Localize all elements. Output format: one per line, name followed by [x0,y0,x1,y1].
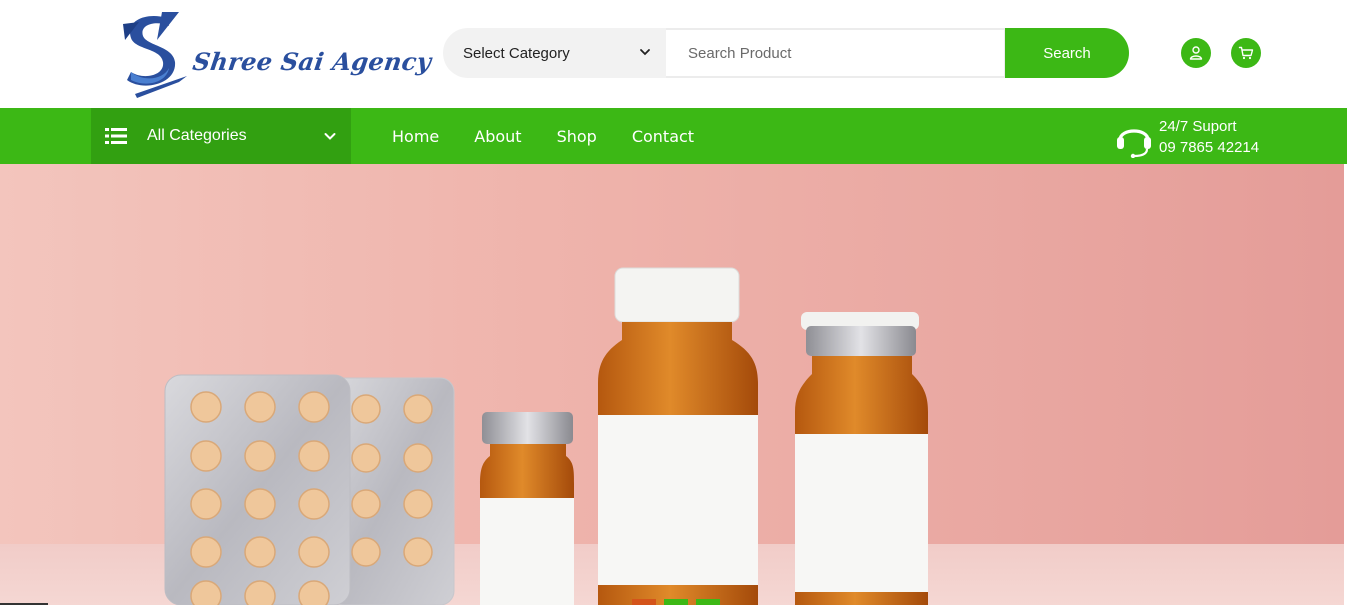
nav-link-shop[interactable]: Shop [557,127,597,146]
nav-link-contact[interactable]: Contact [632,127,694,146]
category-select[interactable]: Select Category [443,28,666,78]
hero-banner [0,164,1347,605]
nav-link-about[interactable]: About [474,127,521,146]
account-button[interactable] [1181,38,1211,68]
all-categories-label: All Categories [147,127,247,144]
support-phone[interactable]: 09 7865 42214 [1159,139,1259,156]
main-nav: All Categories Home About Shop Contact 2… [0,108,1347,164]
support-title: 24/7 Suport [1159,118,1237,135]
site-header: Shree Sai Agency Select Category Search [0,0,1347,108]
chevron-down-icon [324,133,336,140]
list-icon [105,128,127,144]
search-input[interactable] [666,28,1006,78]
search-bar: Select Category Search [443,28,1129,78]
hero-image [164,267,928,605]
cart-button[interactable] [1231,38,1261,68]
support-info: 24/7 Suport 09 7865 42214 [1114,118,1274,158]
category-select-label: Select Category [463,44,570,62]
nav-links: Home About Shop Contact [392,108,729,164]
nav-link-home[interactable]: Home [392,127,439,146]
search-button[interactable]: Search [1005,28,1129,78]
brand-name: Shree Sai Agency [190,47,434,76]
all-categories-dropdown[interactable]: All Categories [91,108,351,164]
cart-icon [1238,46,1254,60]
user-icon [1189,46,1203,60]
logo-mark-icon [123,12,187,98]
headset-icon [1117,129,1151,158]
chevron-down-icon [640,49,650,56]
